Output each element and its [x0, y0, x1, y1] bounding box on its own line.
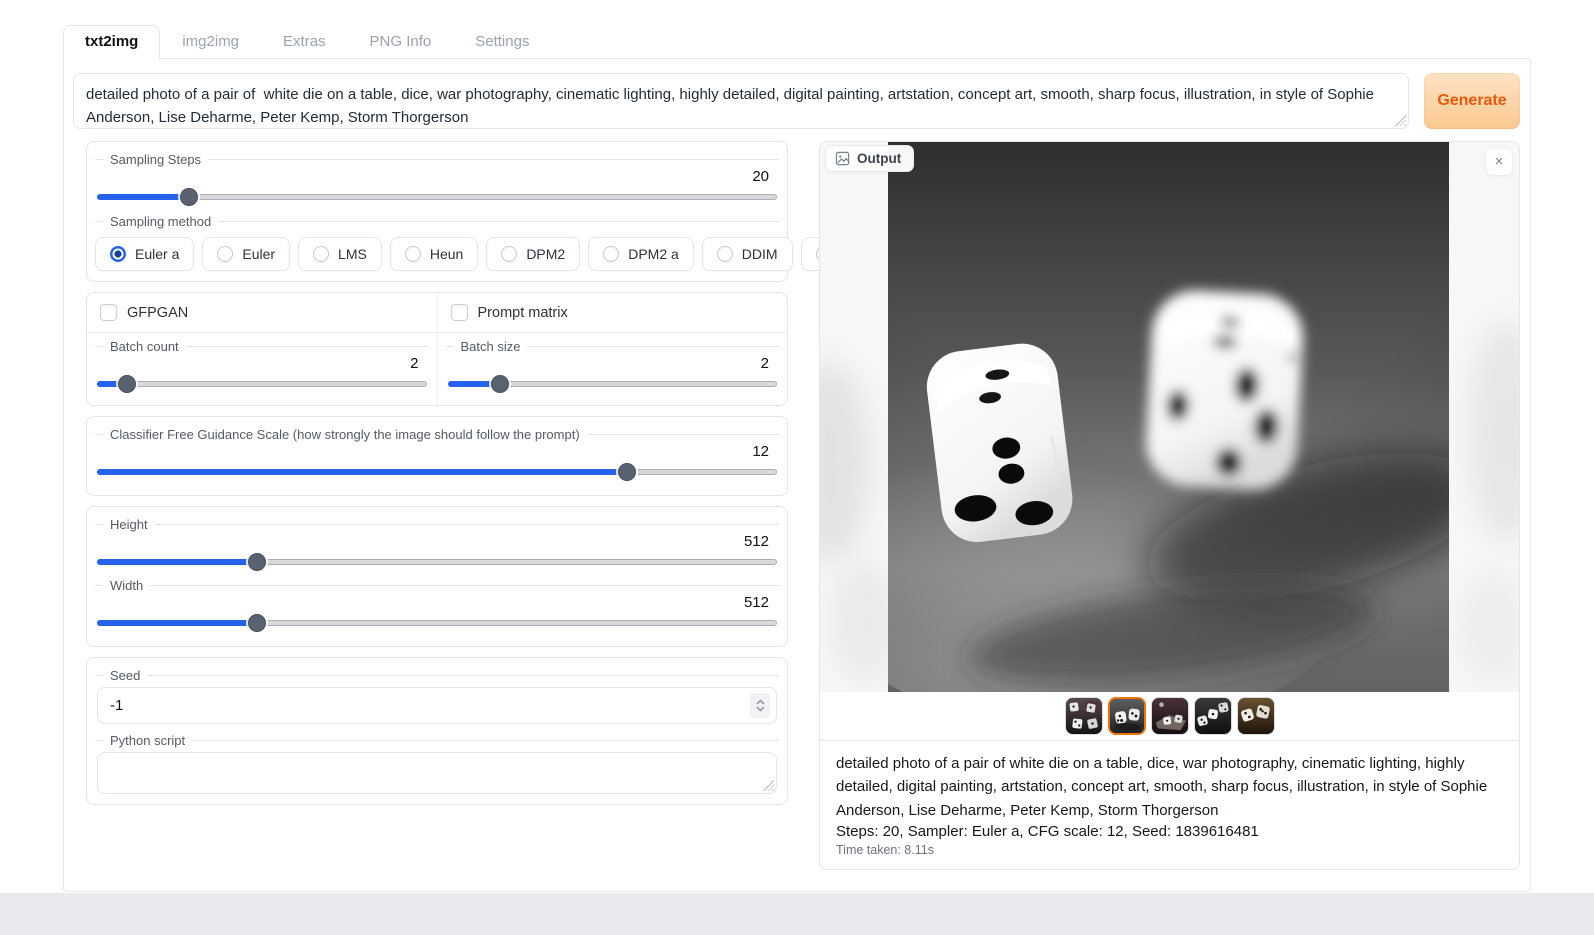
slider-handle[interactable] [118, 375, 136, 393]
seed-script-group: Seed Python script [86, 657, 788, 805]
caption-parameters: Steps: 20, Sampler: Euler a, CFG scale: … [836, 823, 1503, 840]
cfg-group: Classifier Free Guidance Scale (how stro… [86, 416, 788, 496]
height-value: 512 [95, 533, 779, 550]
settings-column: Sampling Steps 20 Sampling method Euler … [86, 141, 788, 805]
tab-txt2img[interactable]: txt2img [63, 25, 160, 59]
gfpgan-checkbox[interactable] [100, 304, 117, 321]
tab-bar: txt2img img2img Extras PNG Info Settings [63, 25, 1594, 58]
gallery-stage [820, 142, 1519, 692]
gallery-thumbnail-1[interactable] [1065, 697, 1103, 735]
sampling-group: Sampling Steps 20 Sampling method Euler … [86, 141, 788, 282]
caption-time-taken: Time taken: 8.11s [836, 843, 1503, 857]
gallery-left-pad [820, 142, 888, 692]
radio-lms[interactable]: LMS [298, 237, 382, 271]
slider-handle[interactable] [180, 188, 198, 206]
output-panel-header: Output [825, 145, 914, 172]
seed-input[interactable] [97, 687, 777, 724]
gallery-right-pad [1449, 142, 1519, 692]
width-label: Width [95, 578, 779, 593]
prompt-matrix-checkbox[interactable] [451, 304, 468, 321]
close-icon[interactable]: × [1486, 149, 1512, 175]
batch-size-label: Batch size [446, 339, 780, 354]
options-batch-group: GFPGAN Prompt matrix Batch count 2 [86, 292, 788, 406]
image-icon [835, 151, 850, 166]
radio-ddim[interactable]: DDIM [702, 237, 793, 271]
prompt-row: detailed photo of a pair of white die on… [73, 73, 1520, 129]
gallery-thumbnail-2[interactable] [1108, 697, 1146, 735]
prompt-input[interactable]: detailed photo of a pair of white die on… [73, 73, 1409, 129]
gallery-thumbnail-5[interactable] [1237, 697, 1275, 735]
spinner-down-icon [756, 706, 765, 712]
tab-extras[interactable]: Extras [261, 25, 348, 58]
slider-handle[interactable] [248, 553, 266, 571]
batch-count-value: 2 [95, 355, 429, 372]
batch-count-slider[interactable] [97, 375, 427, 393]
radio-icon [217, 246, 233, 262]
output-panel-title: Output [857, 151, 901, 166]
cfg-value: 12 [95, 443, 779, 460]
tab-img2img[interactable]: img2img [160, 25, 261, 58]
generated-image[interactable] [888, 142, 1450, 692]
height-label: Height [95, 517, 779, 532]
tab-content-panel: detailed photo of a pair of white die on… [63, 58, 1531, 892]
tab-png-info[interactable]: PNG Info [348, 25, 454, 58]
prompt-matrix-option[interactable]: Prompt matrix [437, 293, 788, 332]
radio-euler-a[interactable]: Euler a [95, 237, 194, 271]
sampling-steps-label: Sampling Steps [95, 152, 779, 167]
radio-icon [110, 246, 126, 262]
radio-dpm2[interactable]: DPM2 [486, 237, 580, 271]
caption-prompt: detailed photo of a pair of white die on… [836, 752, 1503, 822]
generate-button[interactable]: Generate [1424, 73, 1520, 129]
app-page: txt2img img2img Extras PNG Info Settings… [0, 0, 1594, 892]
gallery-thumbnails [820, 692, 1519, 740]
sampling-steps-slider[interactable] [97, 188, 777, 206]
spinner-up-icon [756, 699, 765, 705]
radio-icon [717, 246, 733, 262]
gallery-thumbnail-4[interactable] [1194, 697, 1232, 735]
batch-count-label: Batch count [95, 339, 429, 354]
sampling-method-label: Sampling method [95, 214, 779, 229]
radio-euler[interactable]: Euler [202, 237, 290, 271]
slider-handle[interactable] [491, 375, 509, 393]
radio-dpm2-a[interactable]: DPM2 a [588, 237, 694, 271]
sampling-method-options: Euler a Euler LMS Heun DPM2 DPM2 a DDIM … [95, 237, 779, 271]
width-slider[interactable] [97, 614, 777, 632]
slider-handle[interactable] [248, 614, 266, 632]
radio-icon [313, 246, 329, 262]
radio-icon [405, 246, 421, 262]
prompt-matrix-label: Prompt matrix [478, 305, 568, 321]
batch-size-value: 2 [446, 355, 780, 372]
height-slider[interactable] [97, 553, 777, 571]
generation-info: detailed photo of a pair of white die on… [820, 740, 1519, 869]
gfpgan-label: GFPGAN [127, 305, 188, 321]
sampling-steps-value: 20 [95, 168, 779, 185]
slider-handle[interactable] [618, 463, 636, 481]
seed-spinner[interactable] [750, 693, 770, 718]
dimensions-group: Height 512 Width 512 [86, 506, 788, 647]
width-value: 512 [95, 594, 779, 611]
batch-size-slider[interactable] [448, 375, 778, 393]
radio-icon [501, 246, 517, 262]
python-script-input[interactable] [97, 752, 777, 794]
gallery-thumbnail-3[interactable] [1151, 697, 1189, 735]
radio-icon [603, 246, 619, 262]
python-script-label: Python script [95, 733, 779, 748]
seed-label: Seed [95, 668, 779, 683]
cfg-label: Classifier Free Guidance Scale (how stro… [95, 427, 779, 442]
cfg-slider[interactable] [97, 463, 777, 481]
gfpgan-option[interactable]: GFPGAN [87, 293, 437, 332]
radio-heun[interactable]: Heun [390, 237, 478, 271]
tab-settings[interactable]: Settings [453, 25, 551, 58]
output-panel: Output × [819, 141, 1520, 870]
